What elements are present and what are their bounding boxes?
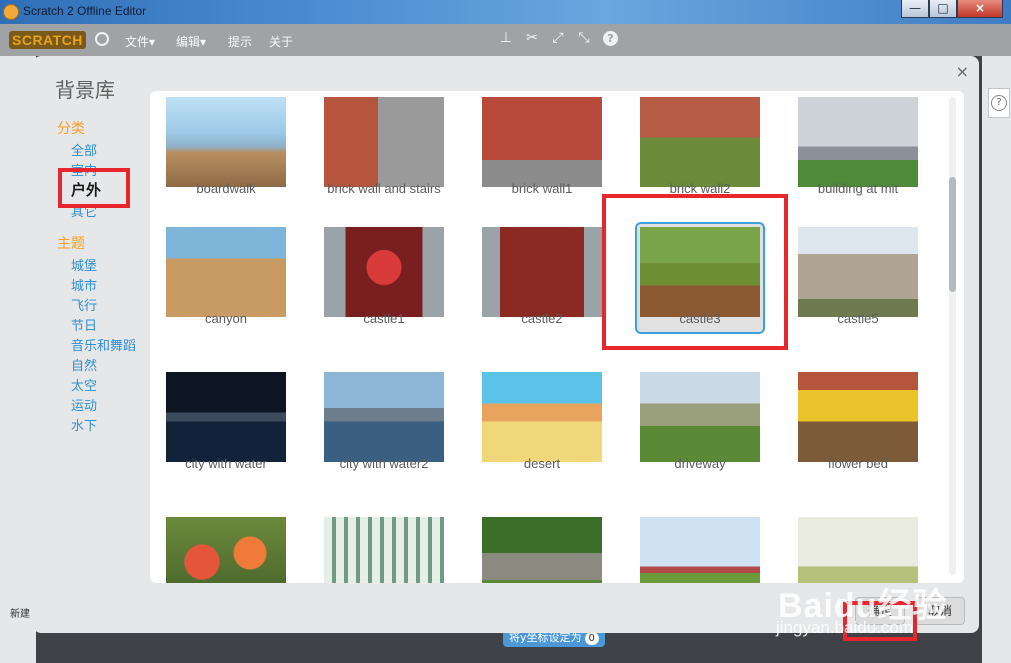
- grid-scrollbar-thumb[interactable]: [949, 177, 956, 292]
- backdrop-label: castle5: [837, 311, 879, 326]
- backdrop-grid: boardwalk brick wall and stairs brick wall…: [150, 91, 964, 583]
- backdrop-thumbnail: [166, 227, 286, 317]
- stamp-icon[interactable]: ⊥: [498, 30, 514, 46]
- help-icon[interactable]: ?: [603, 31, 618, 46]
- minimize-button[interactable]: —: [901, 0, 929, 18]
- scissors-icon[interactable]: ✂: [524, 30, 540, 46]
- set-y-block-value[interactable]: 0: [584, 632, 599, 645]
- globe-icon[interactable]: [95, 32, 109, 46]
- backdrop-thumbnail: [640, 517, 760, 583]
- backdrop-thumbnail: [798, 517, 918, 583]
- backdrop-thumbnail: [166, 372, 286, 462]
- backdrop-label: building at mit: [817, 181, 899, 196]
- theme-castle[interactable]: 城堡: [71, 255, 97, 274]
- backdrop-label: canyon: [205, 311, 247, 326]
- theme-nature[interactable]: 自然: [71, 355, 97, 374]
- theme-holiday[interactable]: 节日: [71, 315, 97, 334]
- help-tab[interactable]: ?: [988, 88, 1010, 118]
- theme-header: 主题: [57, 236, 85, 252]
- highlight-outdoors: [58, 168, 130, 208]
- backdrop-thumbnail: [482, 227, 602, 317]
- scratch-cat-icon: [3, 4, 19, 20]
- menu-about[interactable]: 关于: [269, 33, 293, 50]
- window-title: Scratch 2 Offline Editor: [23, 4, 147, 18]
- backdrop-thumbnail: [798, 227, 918, 317]
- backdrop-thumbnail: [482, 97, 602, 187]
- backdrop-thumbnail: [640, 372, 760, 462]
- backdrop-library-dialog: 背景库 × 分类 全部 室内 户外 其它 主题 城堡 城市 飞行 节日 音乐和舞…: [33, 56, 979, 633]
- shrink-icon[interactable]: ⤡: [576, 30, 592, 46]
- backdrop-thumbnail: [166, 97, 286, 187]
- category-header: 分类: [57, 121, 85, 137]
- dialog-title: 背景库: [55, 78, 115, 102]
- scratch-window: Scratch 2 Offline Editor — □ × SCRATCH 文…: [0, 0, 1011, 663]
- theme-flying[interactable]: 飞行: [71, 295, 97, 314]
- backdrop-thumbnail: [324, 97, 444, 187]
- backdrop-thumbnail: [166, 517, 286, 583]
- theme-space[interactable]: 太空: [71, 375, 97, 394]
- menu-tips[interactable]: 提示: [228, 33, 252, 50]
- backdrop-label: brick wall and stairs: [327, 181, 441, 196]
- backdrop-label: boardwalk: [196, 181, 256, 196]
- backdrop-thumbnail: [482, 517, 602, 583]
- backdrop-label: city with water: [185, 456, 267, 471]
- menu-file[interactable]: 文件▾: [125, 33, 155, 50]
- backdrop-thumbnail: [324, 372, 444, 462]
- grid-scrollbar[interactable]: [949, 97, 956, 575]
- menu-edit[interactable]: 编辑▾: [176, 33, 206, 50]
- scratch-logo[interactable]: SCRATCH: [9, 31, 86, 49]
- backdrop-thumbnail: [798, 372, 918, 462]
- backdrop-thumbnail: [640, 97, 760, 187]
- theme-city[interactable]: 城市: [71, 275, 97, 294]
- theme-underwater[interactable]: 水下: [71, 415, 97, 434]
- backdrop-label: city with water2: [339, 456, 429, 471]
- editor-right-panel: ?: [982, 56, 1011, 663]
- menu-bar: SCRATCH 文件▾ 编辑▾ 提示 关于 ⊥ ✂ ⤢ ⤡ ?: [0, 24, 1011, 56]
- help-tab-icon: ?: [991, 95, 1007, 111]
- backdrop-thumbnail: [798, 97, 918, 187]
- category-all[interactable]: 全部: [71, 140, 97, 159]
- maximize-button[interactable]: □: [929, 0, 957, 18]
- theme-music-dance[interactable]: 音乐和舞蹈: [71, 335, 136, 354]
- window-controls: — □ ×: [901, 0, 1003, 19]
- new-backdrop-label: 新建: [10, 609, 30, 620]
- backdrop-thumbnail: [324, 227, 444, 317]
- grow-icon[interactable]: ⤢: [550, 30, 566, 46]
- backdrop-thumbnail: [482, 372, 602, 462]
- backdrop-label: flower bed: [828, 456, 888, 471]
- dialog-close-icon[interactable]: ×: [956, 62, 969, 81]
- window-titlebar: Scratch 2 Offline Editor — □ ×: [0, 0, 1011, 24]
- backdrop-label: driveway: [674, 456, 726, 471]
- backdrop-thumbnail: [324, 517, 444, 583]
- backdrop-label: desert: [523, 456, 561, 471]
- backdrop-label: castle1: [363, 311, 405, 326]
- theme-sports[interactable]: 运动: [71, 395, 97, 414]
- highlight-castle3: [602, 194, 788, 350]
- baidu-watermark-url: jingyan.baidu.com: [776, 618, 914, 637]
- close-window-button[interactable]: ×: [957, 0, 1003, 18]
- editor-left-panel: [0, 56, 36, 663]
